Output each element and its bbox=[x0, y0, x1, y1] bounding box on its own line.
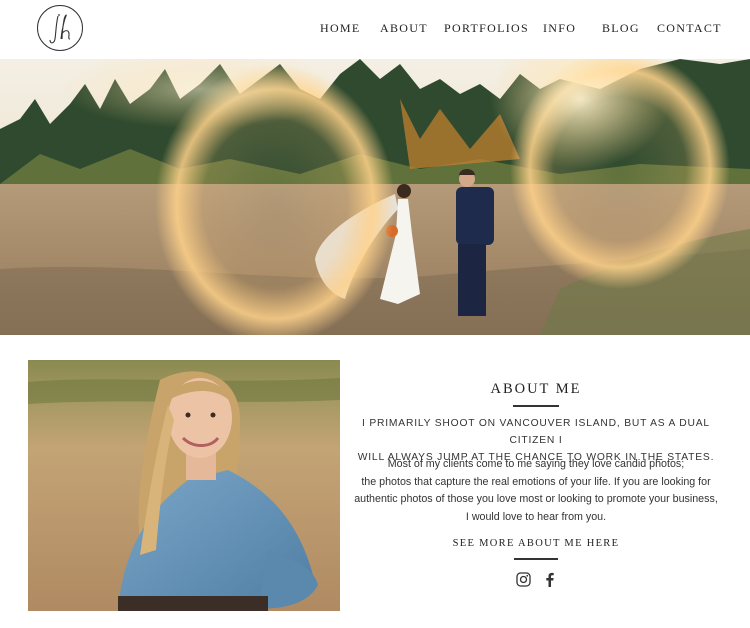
social-links bbox=[516, 572, 560, 588]
about-portrait-photo bbox=[28, 360, 340, 611]
body-line: authentic photos of those you love most … bbox=[354, 493, 718, 506]
nav-info[interactable]: INFO bbox=[543, 21, 576, 36]
hero-image bbox=[0, 59, 750, 335]
about-title: ABOUT ME bbox=[490, 381, 582, 397]
link-divider bbox=[514, 558, 558, 560]
nav-blog[interactable]: BLOG bbox=[602, 21, 640, 36]
instagram-icon[interactable] bbox=[516, 572, 531, 592]
body-line: Most of my clients come to me saying the… bbox=[387, 458, 685, 470]
see-more-about-link[interactable]: SEE MORE ABOUT ME HERE bbox=[346, 538, 726, 549]
site-header: HOME ABOUT PORTFOLIOS INFO BLOG CONTACT bbox=[0, 0, 750, 59]
nav-contact[interactable]: CONTACT bbox=[657, 21, 722, 36]
intro-line: I PRIMARILY SHOOT ON VANCOUVER ISLAND, B… bbox=[362, 418, 710, 446]
facebook-icon[interactable] bbox=[545, 572, 554, 592]
title-divider bbox=[513, 405, 559, 407]
jh-logo-icon[interactable] bbox=[37, 5, 83, 51]
body-line: the photos that capture the real emotion… bbox=[361, 475, 711, 488]
about-body: Most of my clients come to me saying the… bbox=[340, 456, 732, 526]
nav-home[interactable]: HOME bbox=[320, 21, 361, 36]
nav-about[interactable]: ABOUT bbox=[380, 21, 428, 36]
nav-portfolios[interactable]: PORTFOLIOS bbox=[444, 21, 529, 36]
body-line: I would love to hear from you. bbox=[465, 510, 607, 523]
